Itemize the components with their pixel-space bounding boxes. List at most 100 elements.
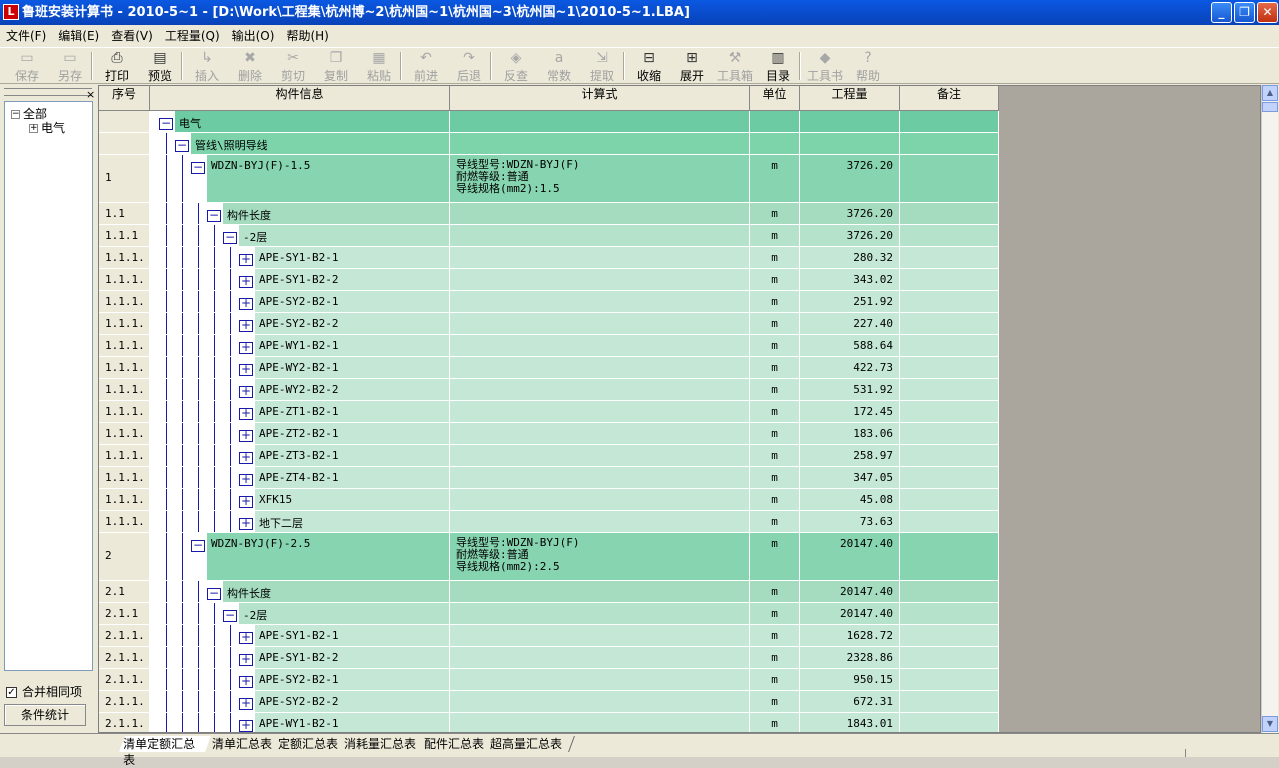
report-tab-3[interactable]: 消耗量汇总表 [337,736,429,752]
table-row[interactable]: 1.1.1. + APE-ZT3-B2-1 m 258.97 [99,445,999,467]
toolbar-preview-button[interactable]: ▤ 预览 [140,50,180,83]
table-row[interactable]: 1.1.1. + 地下二层 m 73.63 [99,511,999,533]
table-row[interactable]: 2.1.1− -2层 m 20147.40 [99,603,999,625]
table-row[interactable]: 2.1− 构件长度 m 20147.40 [99,581,999,603]
table-row[interactable]: 1.1.1. + APE-SY2-B2-2 m 227.40 [99,313,999,335]
tree-expand-icon[interactable]: + [29,124,38,133]
table-row[interactable]: 1.1.1. + APE-ZT4-B2-1 m 347.05 [99,467,999,489]
toolbar-lookup-button[interactable]: ◈ 反查 [496,50,536,83]
toolbar-cut-button[interactable]: ✂ 剪切 [273,50,313,83]
note-cell[interactable] [900,445,999,467]
merge-same-checkbox[interactable]: ✓ 合并相同项 [6,683,82,700]
toolbar-toolbox-button[interactable]: ⚒ 工具箱 [715,50,755,83]
note-cell[interactable] [900,581,999,603]
table-row[interactable]: 1.1.1. + APE-ZT2-B2-1 m 183.06 [99,423,999,445]
note-cell[interactable] [900,625,999,647]
table-row[interactable]: 1.1.1. + APE-WY1-B2-1 m 588.64 [99,335,999,357]
minimize-button[interactable]: _ [1211,2,1232,23]
table-row[interactable]: 1.1.1. + XFK15 m 45.08 [99,489,999,511]
column-header-0[interactable]: 序号 [99,86,150,111]
toolbar-extract-button[interactable]: ⇲ 提取 [582,50,622,83]
row-collapse-icon[interactable]: − [207,209,221,222]
table-row[interactable]: 2− WDZN-BYJ(F)-2.5 导线型号:WDZN-BYJ(F) 耐燃等级:普通… [99,533,999,581]
note-cell[interactable] [900,247,999,269]
row-expand-icon[interactable]: + [239,653,253,666]
column-header-1[interactable]: 构件信息 [150,86,450,111]
toolbar-redo-button[interactable]: ↷ 后退 [449,50,489,83]
menu-item-3[interactable]: 工程量(Q) [159,25,226,47]
table-row[interactable]: 1.1.1. + APE-SY1-B2-2 m 343.02 [99,269,999,291]
row-expand-icon[interactable]: + [239,275,253,288]
row-collapse-icon[interactable]: − [223,609,237,622]
note-cell[interactable] [900,203,999,225]
toolbar-constant-button[interactable]: a 常数 [539,50,579,83]
row-collapse-icon[interactable]: − [223,231,237,244]
row-expand-icon[interactable]: + [239,429,253,442]
row-expand-icon[interactable]: + [239,363,253,376]
note-cell[interactable] [900,313,999,335]
table-row[interactable]: 2.1.1. + APE-WY1-B2-1 m 1843.01 [99,713,999,732]
note-cell[interactable] [900,669,999,691]
row-expand-icon[interactable]: + [239,719,253,732]
toolbar-print-button[interactable]: ⎙ 打印 [97,50,137,83]
toolbar-insert-button[interactable]: ↳ 插入 [187,50,227,83]
menu-item-2[interactable]: 查看(V) [105,25,159,47]
toolbar-save-button[interactable]: ▭ 保存 [7,50,47,83]
toolbar-handbook-button[interactable]: ◆ 工具书 [805,50,845,83]
report-tab-0[interactable]: 清单定额汇总表 [119,736,217,767]
close-button[interactable]: ✕ [1257,2,1278,23]
note-cell[interactable] [900,111,999,133]
note-cell[interactable] [900,401,999,423]
table-row[interactable]: 2.1.1. + APE-SY1-B2-1 m 1628.72 [99,625,999,647]
row-expand-icon[interactable]: + [239,697,253,710]
table-row[interactable]: 1.1.1. + APE-WY2-B2-2 m 531.92 [99,379,999,401]
note-cell[interactable] [900,467,999,489]
table-row[interactable]: 2.1.1. + APE-SY2-B2-1 m 950.15 [99,669,999,691]
note-cell[interactable] [900,489,999,511]
note-cell[interactable] [900,647,999,669]
row-collapse-icon[interactable]: − [191,161,205,174]
restore-button[interactable]: ❐ [1234,2,1255,23]
note-cell[interactable] [900,155,999,203]
row-expand-icon[interactable]: + [239,675,253,688]
row-expand-icon[interactable]: + [239,495,253,508]
table-row[interactable]: 1.1.1− -2层 m 3726.20 [99,225,999,247]
toolbar-help-button[interactable]: ? 帮助 [848,50,888,83]
condition-stats-button[interactable]: 条件统计 [4,704,86,726]
toolbar-expand-button[interactable]: ⊞ 展开 [672,50,712,83]
row-expand-icon[interactable]: + [239,473,253,486]
row-collapse-icon[interactable]: − [159,117,173,130]
table-row[interactable]: 1.1.1. + APE-SY2-B2-1 m 251.92 [99,291,999,313]
column-header-3[interactable]: 单位 [750,86,800,111]
row-expand-icon[interactable]: + [239,385,253,398]
vertical-scrollbar[interactable]: ▲ ▼ [1261,85,1278,733]
table-row[interactable]: − 管线\照明导线 [99,133,999,155]
row-collapse-icon[interactable]: − [191,539,205,552]
note-cell[interactable] [900,291,999,313]
table-row[interactable]: 1.1− 构件长度 m 3726.20 [99,203,999,225]
note-cell[interactable] [900,335,999,357]
note-cell[interactable] [900,357,999,379]
scroll-down-icon[interactable]: ▼ [1262,716,1278,732]
table-row[interactable]: 1.1.1. + APE-ZT1-B2-1 m 172.45 [99,401,999,423]
note-cell[interactable] [900,133,999,155]
row-expand-icon[interactable]: + [239,451,253,464]
table-row[interactable]: 1− WDZN-BYJ(F)-1.5 导线型号:WDZN-BYJ(F) 耐燃等级:普通… [99,155,999,203]
table-row[interactable]: − 电气 [99,111,999,133]
toolbar-delete-button[interactable]: ✖ 删除 [230,50,270,83]
row-expand-icon[interactable]: + [239,341,253,354]
table-row[interactable]: 2.1.1. + APE-SY2-B2-2 m 672.31 [99,691,999,713]
row-collapse-icon[interactable]: − [207,587,221,600]
toolbar-save-as-button[interactable]: ▭ 另存 [50,50,90,83]
row-expand-icon[interactable]: + [239,253,253,266]
row-expand-icon[interactable]: + [239,517,253,530]
menu-item-1[interactable]: 编辑(E) [52,25,105,47]
checkbox-mark-icon[interactable]: ✓ [6,687,17,698]
note-cell[interactable] [900,423,999,445]
note-cell[interactable] [900,269,999,291]
note-cell[interactable] [900,379,999,401]
column-header-2[interactable]: 计算式 [450,86,750,111]
toolbar-copy-button[interactable]: ❐ 复制 [316,50,356,83]
note-cell[interactable] [900,691,999,713]
row-collapse-icon[interactable]: − [175,139,189,152]
